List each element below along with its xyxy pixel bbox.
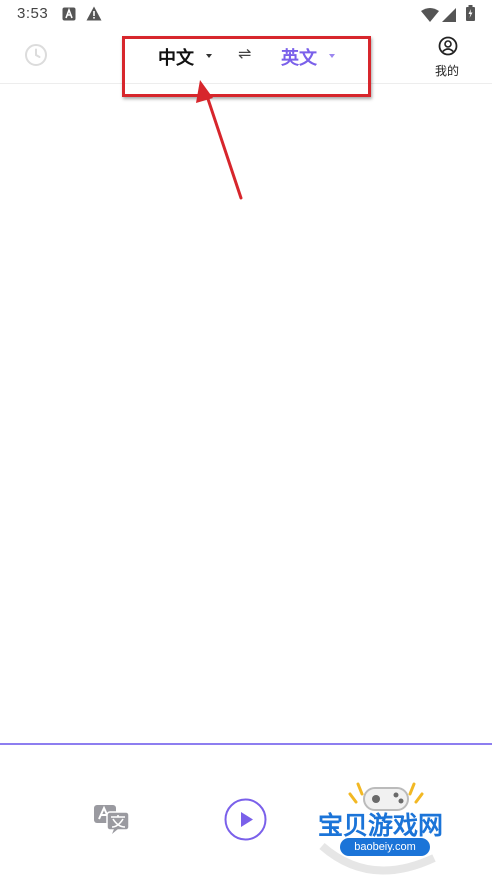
watermark-brand-text: 宝贝游戏网 [318,811,444,840]
play-icon [224,798,267,845]
play-button[interactable] [224,798,267,841]
translate-mode-button[interactable] [92,802,132,836]
annotation-arrow-icon [196,80,243,200]
translate-icon [92,805,132,840]
watermark: 宝贝游戏网 baobeiy.com [310,780,492,876]
input-divider [0,743,492,745]
app-screen: 3:53 中文 ⇌ 英文 我的 宝贝游戏网 baobeiy.com [0,0,492,876]
watermark-url-text: baobeiy.com [340,838,430,856]
